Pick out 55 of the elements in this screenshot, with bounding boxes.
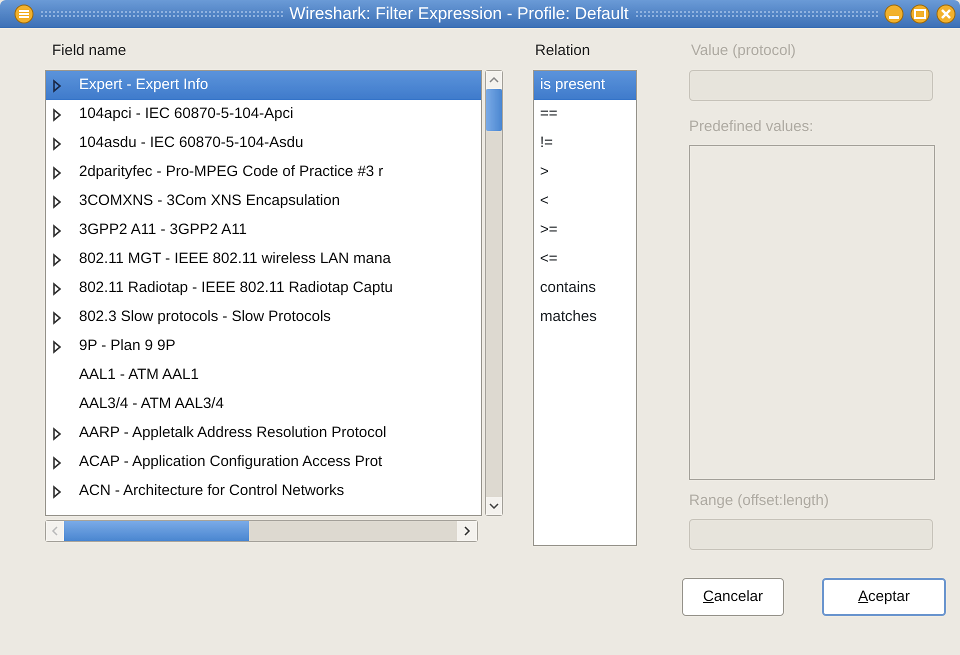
scroll-down-icon[interactable] xyxy=(489,502,499,510)
relation-item[interactable]: > xyxy=(534,158,636,187)
range-label: Range (offset:length) xyxy=(689,491,830,511)
tree-item[interactable]: 104apci - IEC 60870-5-104-Apci xyxy=(46,100,481,129)
tree-item[interactable]: AAL3/4 - ATM AAL3/4 xyxy=(46,390,481,419)
expander-triangle-icon[interactable] xyxy=(52,456,62,470)
tree-item[interactable]: ACAP - Application Configuration Access Prot xyxy=(46,448,481,477)
scroll-right-icon[interactable] xyxy=(463,526,471,536)
predefined-values-label: Predefined values: xyxy=(689,117,814,137)
tree-item[interactable]: 802.11 MGT - IEEE 802.11 wireless LAN mana xyxy=(46,245,481,274)
expander-triangle-icon[interactable] xyxy=(52,310,62,324)
expander-triangle-icon[interactable] xyxy=(52,252,62,266)
dialog-button[interactable]: Aceptar xyxy=(822,578,946,616)
tree-item[interactable]: 104asdu - IEC 60870-5-104-Asdu xyxy=(46,129,481,158)
dialog-button[interactable]: Cancelar xyxy=(682,578,784,616)
relation-item[interactable]: is present xyxy=(534,71,636,100)
expander-triangle-icon[interactable] xyxy=(52,194,62,208)
close-icon[interactable] xyxy=(936,4,956,24)
value-label: Value (protocol) xyxy=(691,41,797,61)
tree-item[interactable]: 3GPP2 A11 - 3GPP2 A11 xyxy=(46,216,481,245)
tree-item[interactable]: AAL1 - ATM AAL1 xyxy=(46,361,481,390)
expander-triangle-icon[interactable] xyxy=(52,282,62,296)
relation-item[interactable]: == xyxy=(534,100,636,129)
field-name-label: Field name xyxy=(52,41,128,61)
expander-triangle-icon[interactable] xyxy=(52,484,62,498)
expander-triangle-icon[interactable] xyxy=(52,224,62,238)
tree-item[interactable]: 9P - Plan 9 9P xyxy=(46,332,481,361)
tree-item[interactable]: ACN - Architecture for Control Networks xyxy=(46,477,481,506)
relation-item[interactable]: <= xyxy=(534,245,636,274)
relation-item[interactable]: contains xyxy=(534,274,636,303)
relation-item[interactable]: != xyxy=(534,129,636,158)
relation-item[interactable]: >= xyxy=(534,216,636,245)
expander-triangle-icon[interactable] xyxy=(52,108,62,122)
relation-label: Relation xyxy=(535,41,592,61)
scrollbar-thumb[interactable] xyxy=(486,89,502,131)
tree-item[interactable]: Expert - Expert Info xyxy=(46,71,481,100)
scrollbar-thumb[interactable] xyxy=(64,521,249,541)
expander-triangle-icon[interactable] xyxy=(52,136,62,150)
window-title: Wireshark: Filter Expression - Profile: Default xyxy=(289,3,629,26)
menu-icon[interactable] xyxy=(14,4,34,24)
tree-item[interactable]: 3COMXNS - 3Com XNS Encapsulation xyxy=(46,187,481,216)
relation-item[interactable]: < xyxy=(534,187,636,216)
tree-item[interactable]: 802.3 Slow protocols - Slow Protocols xyxy=(46,303,481,332)
tree-item[interactable]: AARP - Appletalk Address Resolution Protocol xyxy=(46,419,481,448)
minimize-icon[interactable] xyxy=(884,4,904,24)
expander-triangle-icon[interactable] xyxy=(52,426,62,440)
tree-item[interactable]: 802.11 Radiotap - IEEE 802.11 Radiotap Captu xyxy=(46,274,481,303)
maximize-icon[interactable] xyxy=(910,4,930,24)
relation-item[interactable]: matches xyxy=(534,303,636,332)
expander-triangle-icon[interactable] xyxy=(52,340,62,354)
horizontal-scrollbar[interactable] xyxy=(45,520,478,542)
expander-triangle-icon[interactable] xyxy=(52,166,62,180)
vertical-scrollbar[interactable] xyxy=(485,70,503,516)
scroll-up-icon[interactable] xyxy=(489,76,499,84)
tree-item[interactable]: 2dparityfec - Pro-MPEG Code of Practice #3 r xyxy=(46,158,481,187)
